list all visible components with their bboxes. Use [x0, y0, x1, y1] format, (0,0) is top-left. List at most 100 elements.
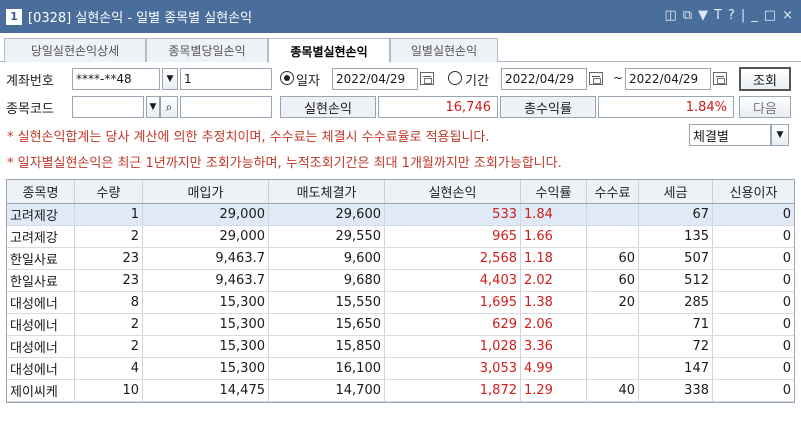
cell-buy-price: 15,300	[143, 358, 269, 379]
col-header-tax[interactable]: 세금	[639, 180, 713, 203]
search-button[interactable]: 조회	[739, 67, 791, 91]
cell-sell-price: 29,600	[269, 204, 385, 225]
pin-icon[interactable]: ▼	[698, 8, 708, 23]
chevron-down-icon: ▼	[149, 102, 157, 112]
cell-fee	[587, 336, 639, 357]
separator-icon: |	[740, 8, 746, 23]
cell-return: 3.36	[521, 336, 587, 357]
cell-stock: 고려제강	[7, 226, 75, 247]
tab-daily-realized-pnl[interactable]: 일별실현손익	[390, 38, 498, 62]
cell-tax: 67	[639, 204, 713, 225]
cell-credit-interest: 0	[782, 339, 791, 354]
table-row[interactable]: 대성에너 2 15,300 15,850 1,028 3.36 72 0	[7, 336, 794, 358]
realized-pnl-label: 실현손익	[280, 96, 376, 118]
close-icon[interactable]: ×	[782, 8, 793, 23]
cell-return: 2.06	[521, 314, 587, 335]
radio-dot-icon	[284, 75, 290, 81]
cell-credit-interest: 0	[782, 317, 791, 332]
font-icon[interactable]: T	[714, 8, 722, 23]
stock-code-dropdown-button[interactable]: ▼	[146, 96, 160, 118]
calendar-icon[interactable]	[713, 72, 727, 85]
copy-icon[interactable]: ⧉	[683, 8, 692, 23]
account-label: 계좌번호	[6, 74, 54, 89]
help-icon[interactable]: ?	[728, 8, 735, 23]
cell-stock: 대성에너	[7, 292, 75, 313]
col-header-fee[interactable]: 수수료	[587, 180, 639, 203]
date-radio[interactable]	[280, 71, 294, 85]
filter-select[interactable]: 체결별	[689, 124, 771, 146]
cell-buy-price: 15,300	[143, 336, 269, 357]
account-dropdown-button[interactable]: ▼	[162, 68, 178, 90]
period-radio[interactable]	[448, 71, 462, 85]
cell-fee	[587, 226, 639, 247]
cell-return: 1.18	[521, 248, 587, 269]
cell-credit-interest: 0	[782, 361, 791, 376]
account-input[interactable]: ****-**48	[72, 68, 160, 90]
cell-realized: 1,872	[385, 380, 521, 401]
cell-credit-interest: 0	[782, 251, 791, 266]
stock-code-input[interactable]	[72, 96, 144, 118]
tab-stock-realized-pnl[interactable]: 종목별실현손익	[268, 38, 390, 63]
period-separator: ~	[613, 71, 624, 85]
cell-sell-price: 9,680	[269, 270, 385, 291]
cell-fee	[587, 314, 639, 335]
table-row[interactable]: 고려제강 2 29,000 29,550 965 1.66 135 0	[7, 226, 794, 248]
tab-stock-daily-pnl[interactable]: 종목별당일손익	[146, 38, 268, 62]
cell-fee: 20	[587, 292, 639, 313]
cell-sell-price: 15,550	[269, 292, 385, 313]
cell-tax: 512	[639, 270, 713, 291]
cell-tax: 72	[639, 336, 713, 357]
cell-credit-interest: 0	[782, 207, 791, 222]
col-header-credit-interest[interactable]: 신용이자	[713, 180, 794, 203]
col-header-qty[interactable]: 수량	[75, 180, 143, 203]
minimize-icon[interactable]: _	[751, 8, 758, 23]
cell-realized: 3,053	[385, 358, 521, 379]
maximize-icon[interactable]: □	[764, 8, 776, 23]
total-return-value: 1.84%	[598, 96, 734, 118]
cell-tax: 147	[639, 358, 713, 379]
col-header-sell-price[interactable]: 매도체결가	[269, 180, 385, 203]
table-row[interactable]: 대성에너 4 15,300 16,100 3,053 4.99 147 0	[7, 358, 794, 380]
col-header-realized[interactable]: 실현손익	[385, 180, 521, 203]
cell-return: 1.38	[521, 292, 587, 313]
table-row[interactable]: 고려제강 1 29,000 29,600 533 1.84 67 0	[7, 204, 794, 226]
cell-tax: 135	[639, 226, 713, 247]
cell-qty: 1	[75, 204, 143, 225]
cell-credit-interest: 0	[782, 229, 791, 244]
date-radio-label: 일자	[296, 74, 320, 89]
table-row[interactable]: 대성에너 2 15,300 15,650 629 2.06 71 0	[7, 314, 794, 336]
table-row[interactable]: 한일사료 23 9,463.7 9,680 4,403 2.02 60 512 0	[7, 270, 794, 292]
table-row[interactable]: 한일사료 23 9,463.7 9,600 2,568 1.18 60 507 0	[7, 248, 794, 270]
cell-buy-price: 15,300	[143, 314, 269, 335]
cell-fee	[587, 358, 639, 379]
period-from-input[interactable]: 2022/04/29	[501, 68, 587, 90]
period-to-input[interactable]: 2022/04/29	[625, 68, 711, 90]
table-row[interactable]: 제이씨케 10 14,475 14,700 1,872 1.29 40 338 0	[7, 380, 794, 402]
calendar-icon[interactable]	[420, 72, 434, 85]
cell-buy-price: 15,300	[143, 292, 269, 313]
stock-search-button[interactable]: ⌕	[160, 96, 178, 118]
titlebar-icons: ◫ ⧉ ▼ T ? | _ □ ×	[664, 8, 793, 23]
layout-icon[interactable]: ◫	[664, 8, 676, 23]
cell-stock: 대성에너	[7, 358, 75, 379]
cell-credit-interest: 0	[782, 295, 791, 310]
calendar-icon[interactable]	[589, 72, 603, 85]
filter-dropdown-button[interactable]: ▼	[771, 124, 789, 146]
cell-sell-price: 9,600	[269, 248, 385, 269]
notice-line-1: * 실현손익합계는 당사 계산에 의한 추정치이며, 수수료는 체결시 수수료율…	[7, 130, 490, 145]
cell-stock: 한일사료	[7, 270, 75, 291]
cell-fee: 60	[587, 248, 639, 269]
col-header-buy-price[interactable]: 매입가	[143, 180, 269, 203]
cell-qty: 2	[75, 336, 143, 357]
next-button[interactable]: 다음	[739, 96, 791, 118]
window-title: [0328] 실현손익 - 일별 종목별 실현손익	[28, 11, 253, 26]
date-input[interactable]: 2022/04/29	[332, 68, 418, 90]
cell-buy-price: 9,463.7	[143, 248, 269, 269]
col-header-return[interactable]: 수익률	[521, 180, 587, 203]
stock-code-label: 종목코드	[6, 102, 54, 117]
table-row[interactable]: 대성에너 8 15,300 15,550 1,695 1.38 20 285 0	[7, 292, 794, 314]
account-sub-input[interactable]: 1	[180, 68, 272, 90]
tab-daily-realized-detail[interactable]: 당일실현손익상세	[4, 38, 146, 62]
col-header-stock[interactable]: 종목명	[7, 180, 75, 203]
tab-bar: 당일실현손익상세 종목별당일손익 종목별실현손익 일별실현손익	[0, 36, 801, 63]
